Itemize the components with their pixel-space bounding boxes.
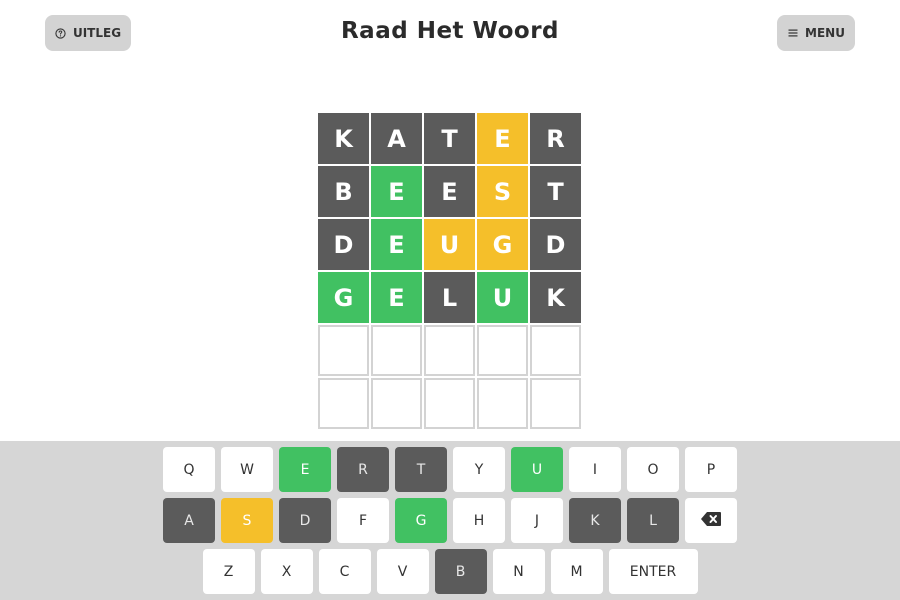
key-j[interactable]: J — [511, 498, 563, 543]
board-tile: E — [477, 113, 528, 164]
board-tile: U — [424, 219, 475, 270]
board-tile: T — [424, 113, 475, 164]
board-tile: E — [371, 272, 422, 323]
key-l[interactable]: L — [627, 498, 679, 543]
board-tile — [530, 378, 581, 429]
keyboard-row: Z X C V B N M ENTER — [0, 549, 900, 594]
menu-button[interactable]: MENU — [777, 15, 855, 51]
key-v[interactable]: V — [376, 549, 429, 594]
key-f[interactable]: F — [337, 498, 389, 543]
header: UITLEG Raad Het Woord MENU — [0, 0, 900, 70]
game-board: KATERBEESTDEUGDGELUK — [318, 113, 582, 431]
board-tile — [424, 378, 475, 429]
board-tile: U — [477, 272, 528, 323]
board-tile: S — [477, 166, 528, 217]
key-u[interactable]: U — [511, 447, 563, 492]
backspace-key[interactable] — [685, 498, 737, 543]
key-s[interactable]: S — [221, 498, 273, 543]
key-t[interactable]: T — [395, 447, 447, 492]
key-i[interactable]: I — [569, 447, 621, 492]
board-tile: L — [424, 272, 475, 323]
key-y[interactable]: Y — [453, 447, 505, 492]
key-c[interactable]: C — [318, 549, 371, 594]
board-tile — [318, 325, 369, 376]
key-k[interactable]: K — [569, 498, 621, 543]
board-row: KATER — [318, 113, 582, 164]
board-tile: G — [318, 272, 369, 323]
board-tile: A — [371, 113, 422, 164]
page-title: Raad Het Woord — [340, 18, 560, 44]
keyboard-row: ASDFGHJKL — [0, 498, 900, 543]
board-row — [318, 378, 582, 429]
board-tile: E — [371, 219, 422, 270]
key-h[interactable]: H — [453, 498, 505, 543]
board-tile: B — [318, 166, 369, 217]
board-row: DEUGD — [318, 219, 582, 270]
board-tile: T — [530, 166, 581, 217]
board-tile: D — [318, 219, 369, 270]
board-tile — [424, 325, 475, 376]
board-tile: R — [530, 113, 581, 164]
key-w[interactable]: W — [221, 447, 273, 492]
board-tile: D — [530, 219, 581, 270]
key-q[interactable]: Q — [163, 447, 215, 492]
board-tile: E — [371, 166, 422, 217]
board-tile — [477, 325, 528, 376]
board-tile: E — [424, 166, 475, 217]
board-tile: K — [318, 113, 369, 164]
key-x[interactable]: X — [260, 549, 313, 594]
board-row: GELUK — [318, 272, 582, 323]
key-b[interactable]: B — [434, 549, 487, 594]
hamburger-icon — [787, 27, 799, 39]
key-g[interactable]: G — [395, 498, 447, 543]
key-p[interactable]: P — [685, 447, 737, 492]
board-tile: K — [530, 272, 581, 323]
key-a[interactable]: A — [163, 498, 215, 543]
board-tile — [371, 325, 422, 376]
board-row — [318, 325, 582, 376]
key-n[interactable]: N — [492, 549, 545, 594]
board-tile — [477, 378, 528, 429]
board-tile: G — [477, 219, 528, 270]
board-tile — [318, 378, 369, 429]
board-row: BEEST — [318, 166, 582, 217]
menu-button-label: MENU — [805, 26, 845, 40]
keyboard-row: QWERTYUIOP — [0, 447, 900, 492]
key-d[interactable]: D — [279, 498, 331, 543]
backspace-icon — [700, 511, 722, 531]
key-z[interactable]: Z — [202, 549, 255, 594]
key-o[interactable]: O — [627, 447, 679, 492]
key-e[interactable]: E — [279, 447, 331, 492]
key-m[interactable]: M — [550, 549, 603, 594]
board-tile — [530, 325, 581, 376]
board-tile — [371, 378, 422, 429]
on-screen-keyboard: Q W E R T Y U I O P A S D F G H J K L Z X C V B N M ENTER — [0, 441, 900, 600]
key-r[interactable]: R — [337, 447, 389, 492]
enter-key[interactable]: ENTER — [608, 549, 698, 594]
